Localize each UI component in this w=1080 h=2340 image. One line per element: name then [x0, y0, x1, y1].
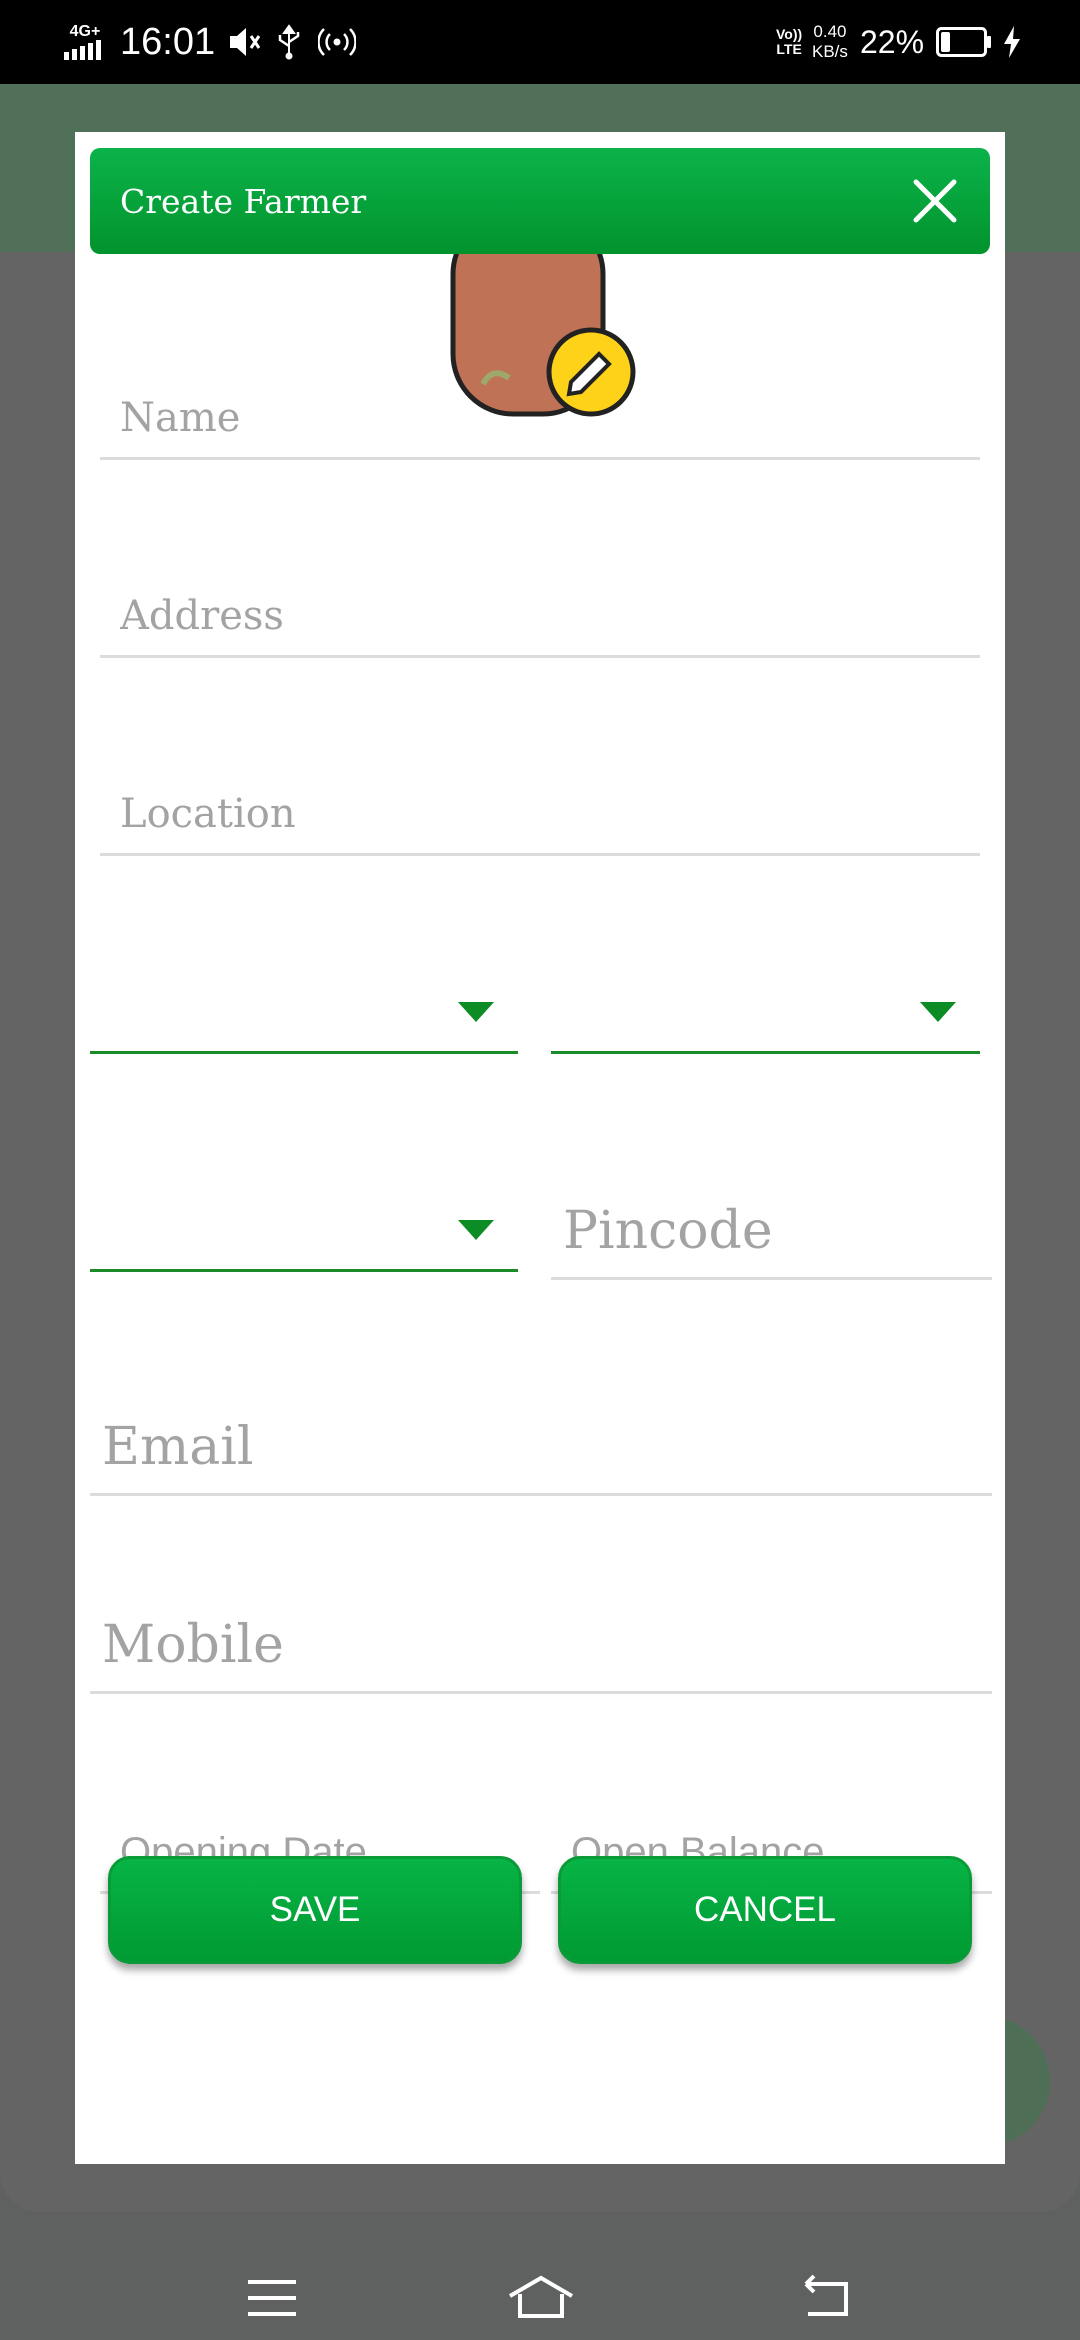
close-icon[interactable]	[910, 176, 960, 226]
location-field[interactable]	[100, 736, 980, 856]
dialog-header: Create Farmer	[90, 148, 990, 254]
system-nav-buttons	[0, 2256, 1080, 2340]
mute-icon	[226, 0, 262, 84]
usb-icon	[274, 0, 304, 84]
status-bar: 4G+ 16:01 Vo)) LTE 0.40 KB/s 22%	[0, 0, 1080, 84]
mobile-input[interactable]	[90, 1615, 992, 1675]
clock: 16:01	[120, 20, 216, 63]
battery-icon	[936, 0, 992, 84]
home-icon[interactable]	[506, 2270, 576, 2326]
location-input[interactable]	[100, 791, 980, 837]
chevron-down-icon	[458, 1002, 494, 1022]
dialog-title: Create Farmer	[120, 181, 367, 221]
dropdown-2[interactable]	[551, 974, 980, 1054]
speed-value: 0.40	[813, 22, 847, 41]
volte-indicator: Vo)) LTE	[776, 0, 802, 84]
address-input[interactable]	[100, 593, 980, 639]
pincode-field[interactable]	[551, 1168, 992, 1280]
name-field[interactable]	[100, 340, 980, 460]
cancel-button[interactable]: CANCEL	[558, 1856, 972, 1964]
speed-unit: KB/s	[812, 42, 848, 61]
network-indicator: 4G+	[62, 0, 108, 84]
mobile-field[interactable]	[90, 1582, 992, 1694]
chevron-down-icon	[920, 1002, 956, 1022]
dropdown-3[interactable]	[90, 1192, 518, 1272]
hotspot-icon	[318, 0, 356, 84]
dropdown-1[interactable]	[90, 974, 518, 1054]
volte-top: Vo))	[776, 26, 803, 42]
email-field[interactable]	[90, 1384, 992, 1496]
save-button[interactable]: SAVE	[108, 1856, 522, 1964]
battery-percent: 22%	[860, 23, 925, 60]
pincode-input[interactable]	[551, 1201, 992, 1261]
signal-icon	[64, 40, 101, 60]
network-speed: 0.40 KB/s	[812, 0, 848, 84]
address-field[interactable]	[100, 538, 980, 658]
volte-bottom: LTE	[776, 41, 802, 57]
back-icon[interactable]	[794, 2270, 854, 2326]
network-type: 4G+	[69, 23, 101, 40]
email-input[interactable]	[90, 1417, 992, 1477]
charging-icon	[1002, 0, 1022, 84]
menu-icon[interactable]	[242, 2270, 302, 2326]
chevron-down-icon	[458, 1220, 494, 1240]
name-input[interactable]	[100, 395, 980, 441]
